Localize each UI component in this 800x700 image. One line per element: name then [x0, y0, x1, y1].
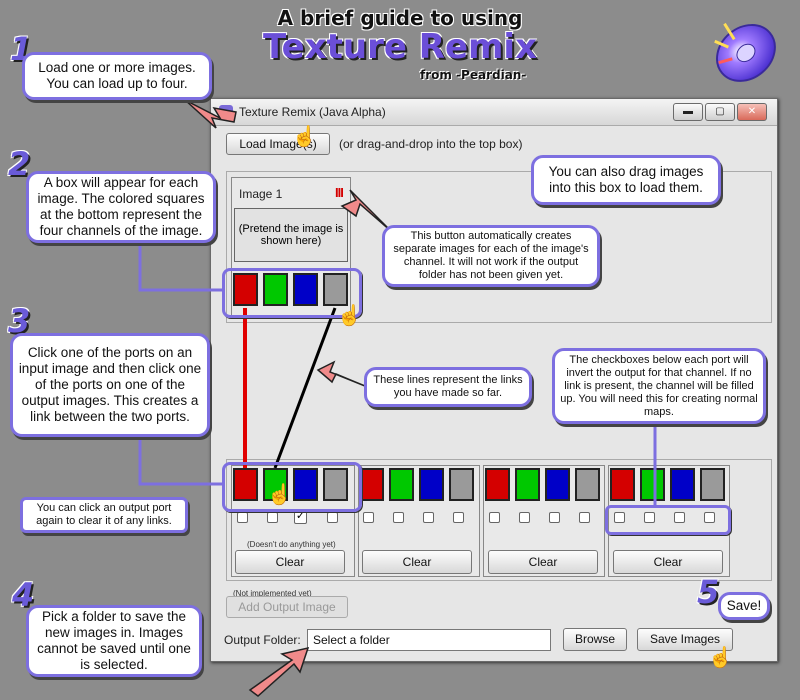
- callout-step-3: Click one of the ports on an input image…: [10, 333, 210, 437]
- callout-step-4: Pick a folder to save the new images in.…: [26, 605, 202, 677]
- connector-2: [138, 240, 222, 292]
- arrow-to-split-button: [340, 189, 393, 233]
- step-number-5: 5: [697, 573, 720, 611]
- callout-checkboxes: The checkboxes below each port will inve…: [552, 348, 766, 424]
- arrow-to-output-folder: [248, 646, 310, 697]
- link-line-black: [273, 307, 337, 469]
- callout-step-1: Load one or more images. You can load up…: [22, 52, 212, 100]
- connector-3: [138, 435, 222, 486]
- callout-drag-drop: You can also drag images into this box t…: [531, 155, 721, 205]
- hand-cursor-icon: ☝: [708, 647, 733, 669]
- callout-link-lines: These lines represent the links you have…: [364, 367, 532, 407]
- checkboxes-highlight: [605, 505, 731, 535]
- callout-split-button: This button automatically creates separa…: [382, 225, 600, 287]
- hand-cursor-icon: ☝: [267, 484, 292, 506]
- arrow-to-load-button: [184, 99, 237, 129]
- callout-clear-tip: You can click an output port again to cl…: [20, 497, 188, 533]
- callout-step-2: A box will appear for each image. The co…: [26, 171, 216, 243]
- hand-cursor-icon: ☝: [292, 126, 317, 148]
- output-ports-highlight: [222, 462, 362, 512]
- hand-cursor-icon: ☝: [337, 305, 362, 327]
- callout-step-5: Save!: [718, 592, 770, 620]
- arrow-to-links: [316, 360, 366, 387]
